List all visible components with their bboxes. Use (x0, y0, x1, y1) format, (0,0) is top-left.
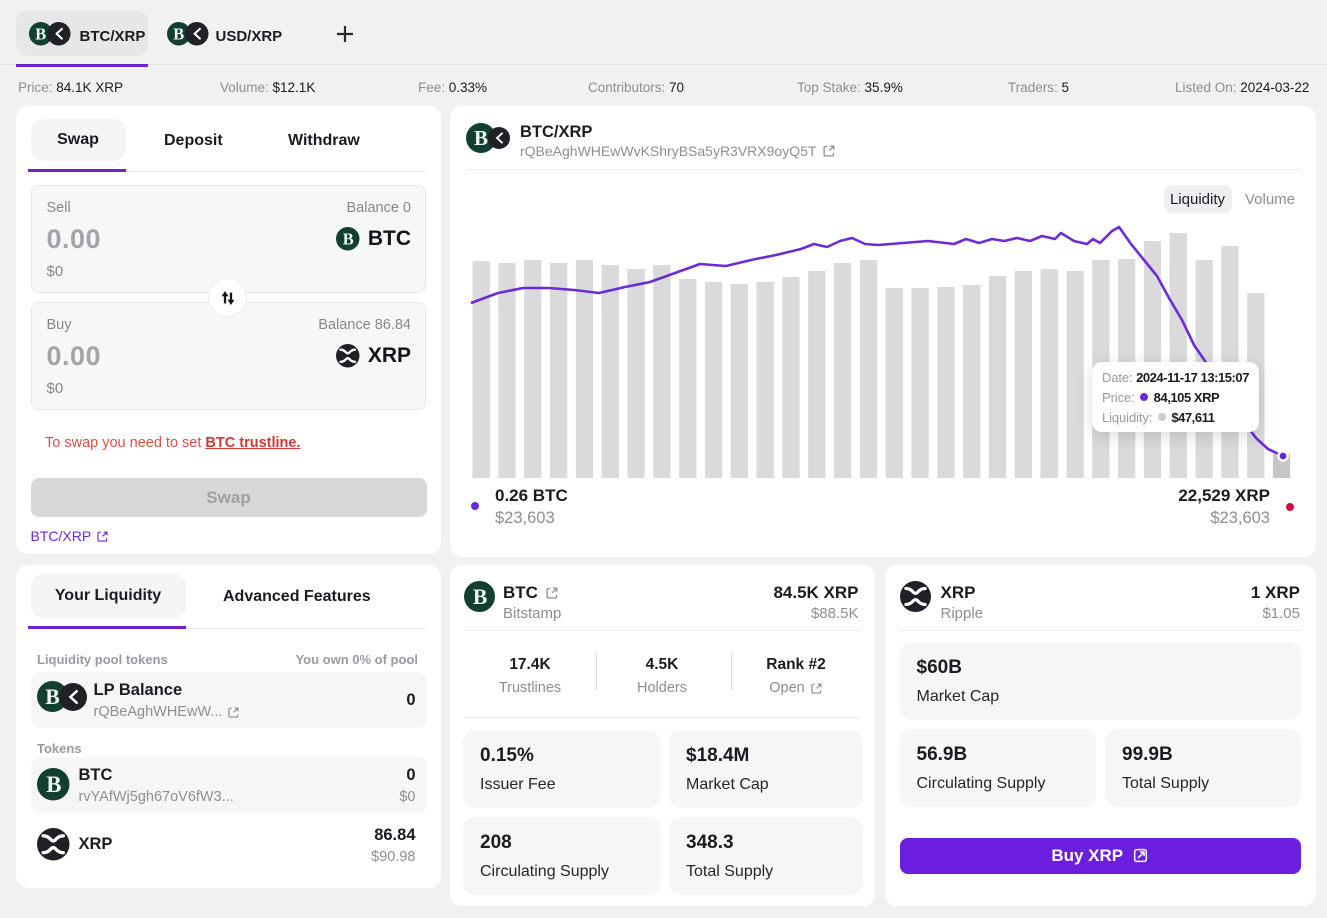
svg-text:B: B (35, 24, 46, 43)
svg-text:B: B (343, 230, 354, 249)
svg-text:B: B (473, 585, 487, 609)
svg-text:B: B (46, 772, 61, 797)
svg-text:B: B (173, 24, 184, 43)
